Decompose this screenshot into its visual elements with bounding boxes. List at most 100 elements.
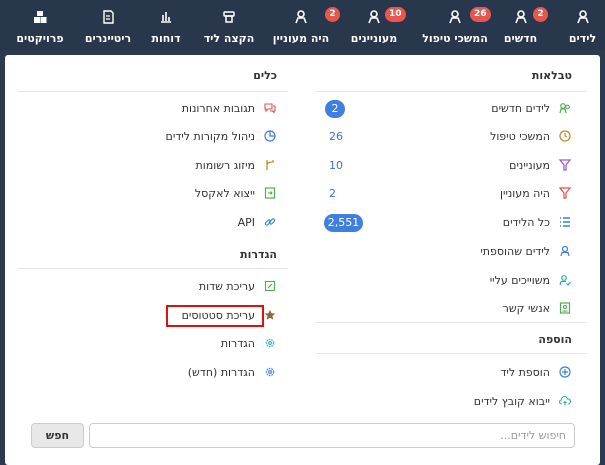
table-link-all-leads[interactable]: כל הלידים [503,212,572,232]
table-link-contacts[interactable]: אנשי קשר [503,298,572,318]
table-link-my-added-leads[interactable]: לידים שהוספתי [480,241,572,261]
row-label: הגדרות (חדש) [187,365,255,379]
row-label: כל הלידים [502,215,550,229]
table-link-was-interested[interactable]: היה מעוניין [500,183,572,203]
nav-badge-leads: 2 [533,7,548,22]
add-lead-link[interactable]: הוספת ליד [500,362,572,382]
interested-count: 10 [329,159,343,172]
nav-item-assign-lead[interactable]: הקצה ליד [200,0,258,50]
row-label: ייצוא לאקסל [194,186,255,200]
nav-item-reports[interactable]: דוחות [146,0,186,50]
tools-link-lead-sources[interactable]: ניהול מקורות לידים [166,126,277,146]
person-icon [295,10,307,24]
row-label: מיזוג רשומות [195,158,255,172]
search-button[interactable]: חפש [31,423,84,448]
highlight-box [166,305,264,327]
person-icon [449,10,461,24]
tools-link-export-excel[interactable]: ייצוא לאקסל [195,183,277,203]
bar-chart-icon [161,12,171,23]
add-divider [315,353,587,354]
settings-divider [18,268,288,269]
link-icon [263,215,277,229]
nav-label: פרויקטים [16,32,64,45]
phone-icon [223,11,235,23]
nav-badge-was-interested: 2 [325,7,340,22]
table-link-assigned-to-me[interactable]: משוייכים עליי [490,270,572,290]
nav-label: הקצה ליד [203,32,255,45]
users-icon [558,101,572,115]
user-icon [558,244,572,258]
was-interested-count: 2 [329,187,336,200]
nav-badge-interested: 10 [385,7,406,22]
import-leads-link[interactable]: ייבוא קובץ לידים [474,391,572,411]
nav-label: היה מעוניין [272,32,330,45]
comments-icon [263,101,277,115]
add-section-title: הוספה [538,333,572,346]
row-label: לידים חדשים [491,101,550,115]
tools-divider [18,91,288,92]
star-icon [263,308,277,322]
settings-section-title: הגדרות [240,248,277,261]
lead-search-input[interactable] [89,423,575,448]
nav-item-leads[interactable]: לידים [560,0,605,50]
nav-label: דוחות [151,32,181,45]
row-label: ייבוא קובץ לידים [473,394,550,408]
row-label: מעוניינים [509,158,550,172]
nav-label: לידים [568,32,597,45]
nav-item-retainers[interactable]: ריטיינרים [80,0,136,50]
row-label: היה מעוניין [499,186,550,200]
plus-circle-icon [558,365,572,379]
person-icon [368,10,380,24]
top-navbar: לידים חדשים המשכי טיפול מעוניינים היה מע… [0,0,605,50]
row-label: המשכי טיפול [490,129,550,143]
cloud-upload-icon [558,394,572,408]
row-label: הוספת ליד [500,365,550,379]
nav-label: ריטיינרים [84,32,132,45]
list-icon [558,215,572,229]
row-label: לידים שהוספתי [480,244,550,258]
row-label: תגובות אחרונות [181,101,255,115]
gear-icon [263,336,277,350]
row-label: API [237,215,255,229]
person-icon [576,10,589,24]
all-leads-count: 2,551 [324,214,363,232]
row-label: ניהול מקורות לידים [165,129,255,143]
filter-icon [558,158,572,172]
edit-icon [263,279,277,293]
row-label: הגדרות [220,336,255,350]
tools-link-api[interactable]: API [238,212,277,232]
tools-link-recent-comments[interactable]: תגובות אחרונות [182,98,277,118]
settings-link-settings[interactable]: הגדרות [221,333,277,353]
nav-item-projects[interactable]: פרויקטים [12,0,68,50]
export-excel-icon [263,186,277,200]
row-label: אנשי קשר [502,301,550,315]
add-divider-top [315,322,587,323]
invoice-icon [103,10,114,24]
tools-link-merge-records[interactable]: מיזוג רשומות [196,155,277,175]
nav-label: חדשים [503,32,538,45]
row-label: משוייכים עליי [489,273,550,287]
settings-link-edit-fields[interactable]: עריכת שדות [199,276,277,296]
nav-label: המשכי טיפול [422,32,488,45]
tools-section-title: כלים [253,69,277,82]
nav-item-was-interested[interactable]: היה מעוניין [268,0,334,50]
table-link-followups[interactable]: המשכי טיפול [490,126,572,146]
table-link-interested[interactable]: מעוניינים [509,155,572,175]
tables-section-title: טבלאות [531,69,572,82]
user-check-icon [558,273,572,287]
filter-icon [558,186,572,200]
person-icon [514,10,527,24]
merge-icon [263,158,277,172]
followups-count: 26 [329,130,343,143]
cubes-icon [34,11,47,23]
settings-link-settings-new[interactable]: הגדרות (חדש) [188,362,277,382]
clock-icon [558,129,572,143]
nav-label: מעוניינים [350,32,398,45]
gear-icon [263,365,277,379]
table-link-new-leads[interactable]: לידים חדשים [491,98,572,118]
row-label: עריכת שדות [198,279,255,293]
contact-card-icon [558,301,572,315]
tables-divider [315,91,587,92]
nav-badge-followups: 26 [470,7,491,22]
new-leads-count: 2 [325,100,345,118]
